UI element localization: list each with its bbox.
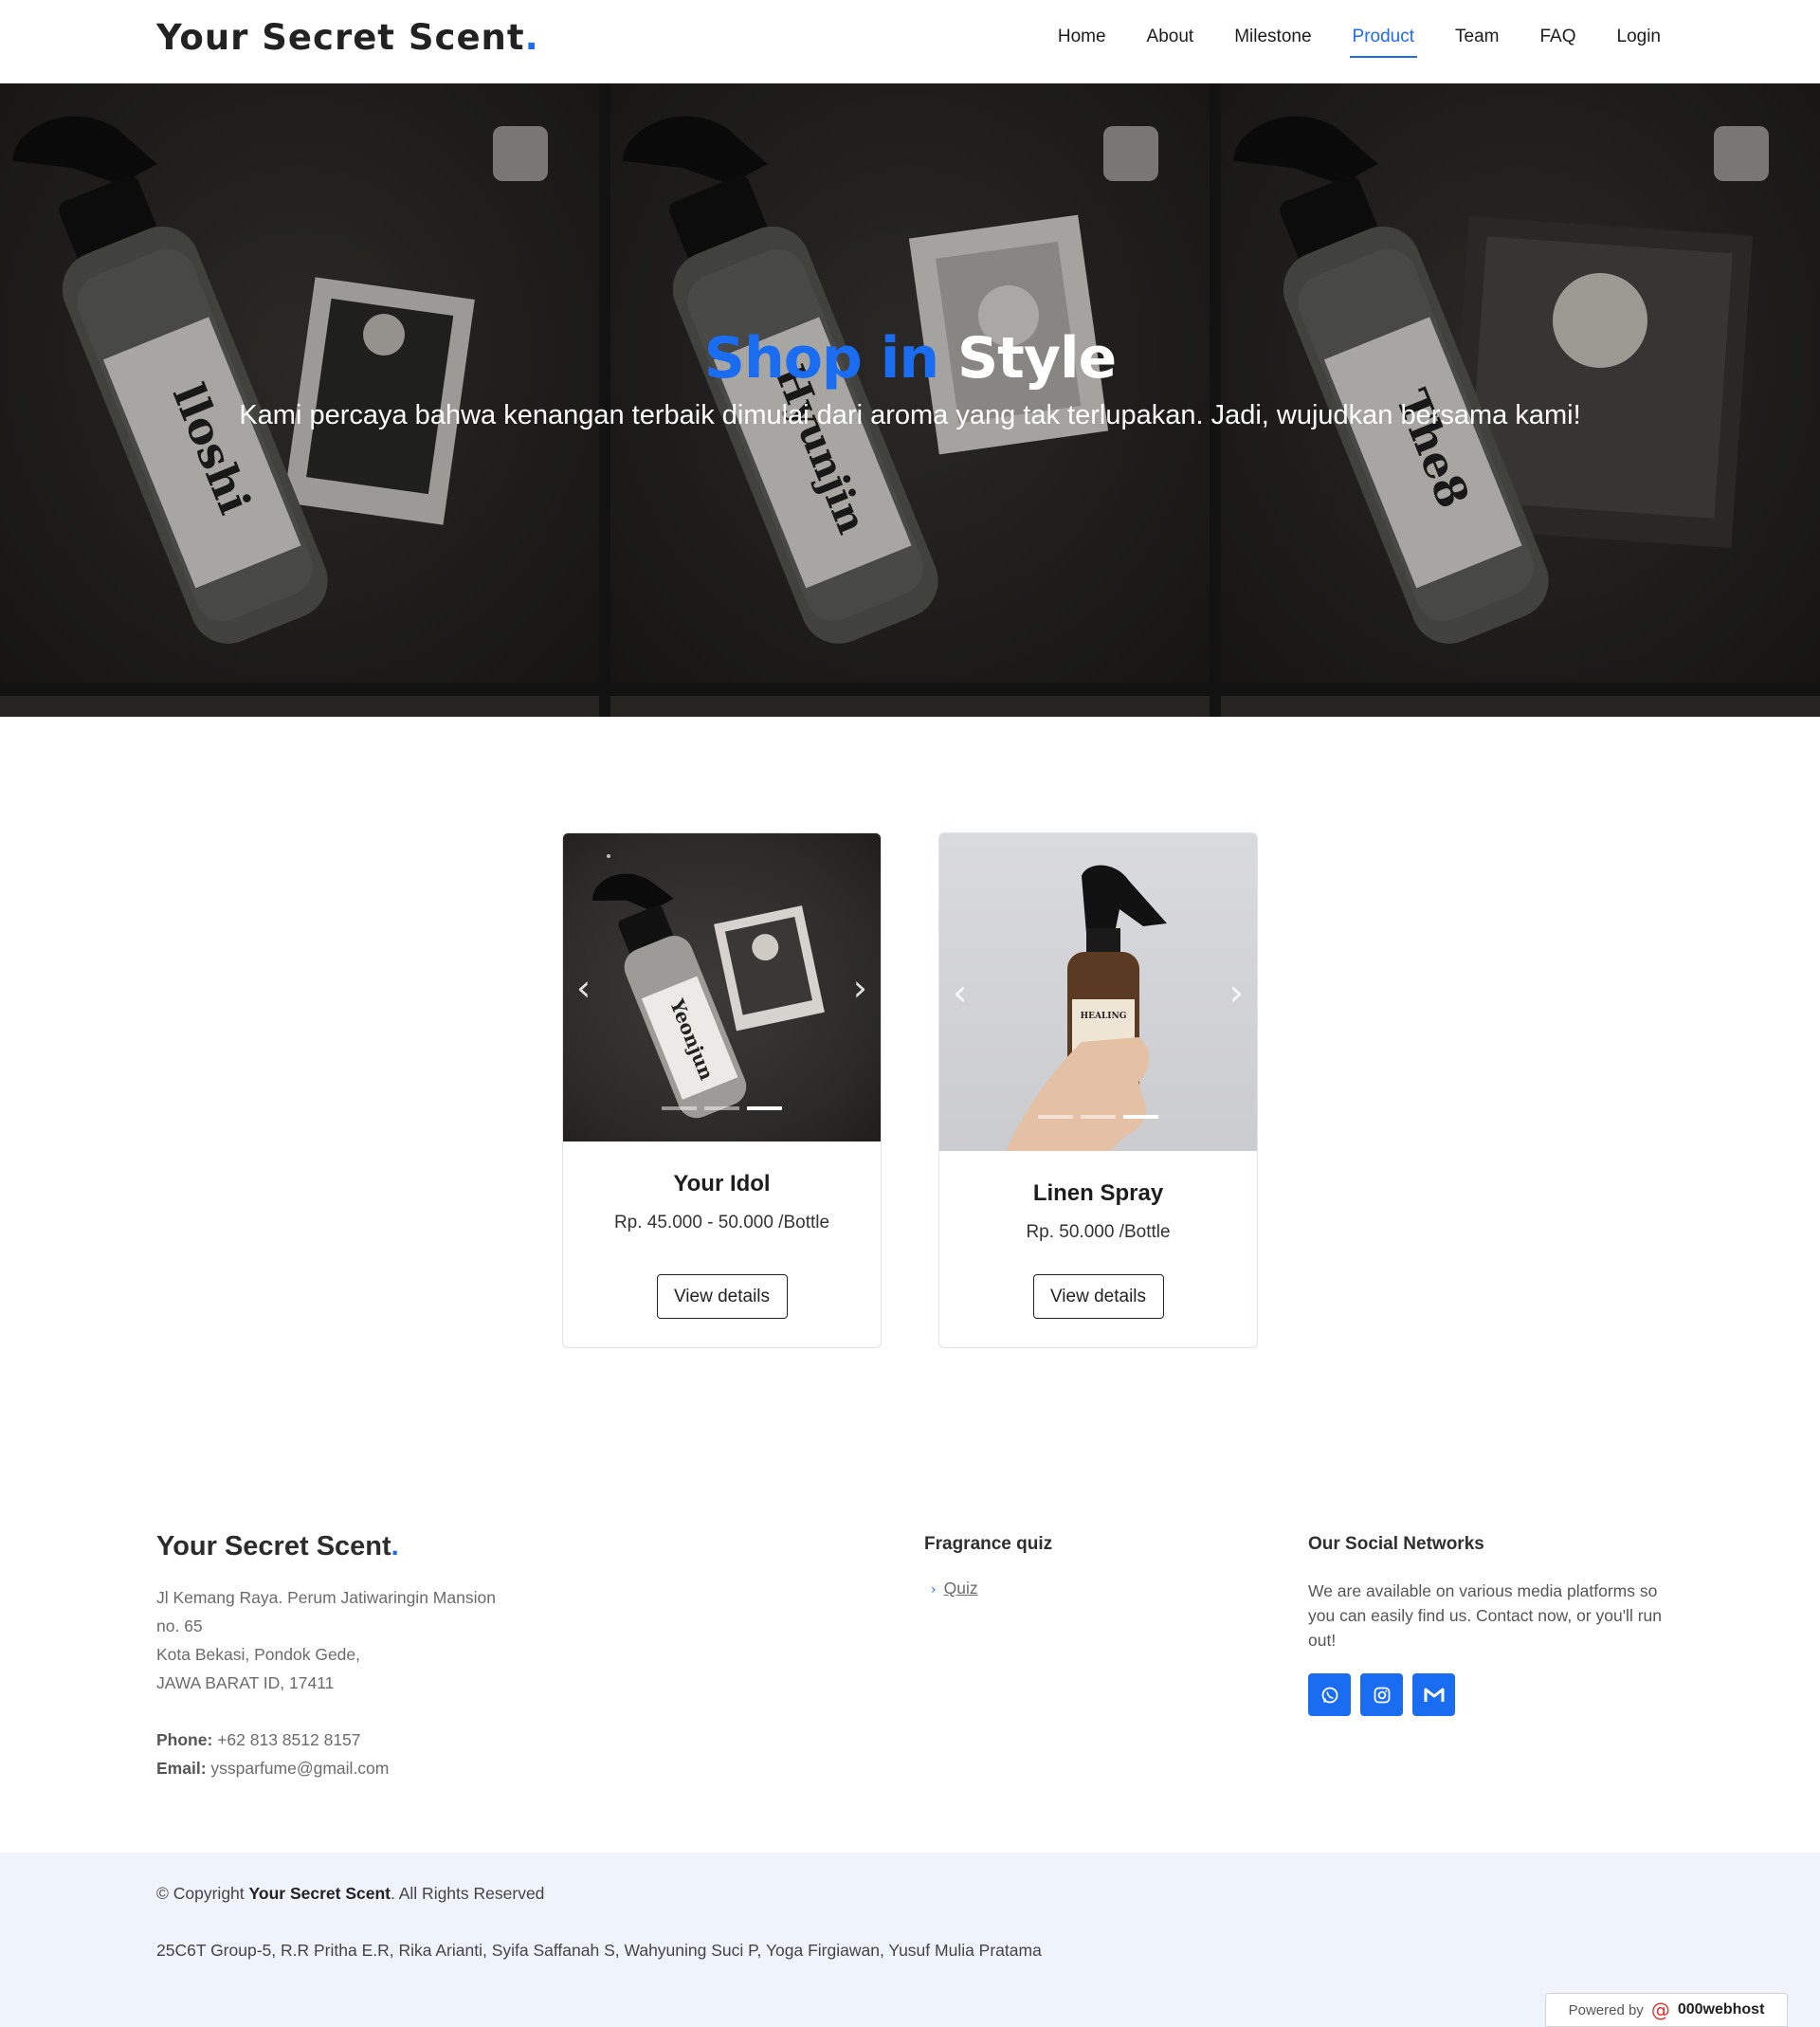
view-details-button[interactable]: View details [1032,1274,1164,1319]
address-line: no. 65 [156,1616,203,1635]
product-price: Rp. 50.000 /Bottle [1026,1222,1171,1242]
main-nav: Home About Milestone Product Team FAQ Lo… [1017,27,1662,58]
product-price: Rp. 45.000 - 50.000 /Bottle [613,1213,830,1233]
nav-home[interactable]: Home [1058,27,1106,55]
carousel-prev-icon[interactable]: ‹ [953,972,967,1014]
carousel-indicator[interactable] [1081,1115,1116,1119]
nav-faq[interactable]: FAQ [1539,27,1575,55]
nav-team[interactable]: Team [1455,27,1499,55]
carousel-next-icon[interactable]: › [1229,972,1244,1014]
product-card-linen-spray: HEALING ‹ › Linen Spray Rp. 50.000 /Bott… [938,832,1258,1348]
site-header: Your Secret Scent. Home About Milestone … [0,0,1820,83]
product-carousel: HEALING ‹ › [939,833,1257,1151]
product-photo: HEALING [1006,865,1167,1151]
nav-login[interactable]: Login [1617,27,1662,55]
bottle-label: HEALING [1081,1012,1127,1021]
powered-by-badge[interactable]: Powered by @ 000webhost [1545,1993,1788,2027]
fragrance-quiz-heading: Fragrance quiz [924,1534,1053,1554]
nav-milestone[interactable]: Milestone [1234,27,1311,55]
hero-subtitle: Kami percaya bahwa kenangan terbaik dimu… [239,400,1581,430]
carousel-indicators [563,1106,881,1110]
carousel-indicators [939,1115,1257,1119]
gmail-icon[interactable] [1412,1673,1455,1716]
footer-address: Jl Kemang Raya. Perum Jatiwaringin Mansi… [156,1583,496,1697]
powered-by-label: Powered by [1568,2001,1644,2018]
product-name: Your Idol [673,1171,771,1196]
nav-product[interactable]: Product [1349,27,1418,58]
hero-title: Shop in Style [703,325,1117,392]
carousel-indicator[interactable] [1123,1115,1158,1119]
carousel-indicator[interactable] [662,1106,697,1110]
product-photo: Yeonjun [592,854,825,1119]
site-logo[interactable]: Your Secret Scent. [156,17,539,58]
email-line: Email: yssparfume@gmail.com [156,1759,390,1778]
product-name: Linen Spray [1032,1180,1164,1206]
address-line: Jl Kemang Raya. Perum Jatiwaringin Mansi… [156,1588,496,1607]
carousel-prev-icon[interactable]: ‹ [576,967,591,1009]
webhost-logo-icon: @ [1650,1999,1670,2021]
carousel-indicator[interactable] [1038,1115,1073,1119]
footer-contact: Phone: +62 813 8512 8157 Email: yssparfu… [156,1726,389,1782]
product-carousel: Yeonjun ‹ › [563,833,881,1141]
social-links [1308,1673,1455,1716]
credits-text: 25C6T Group-5, R.R Pritha E.R, Rika Aria… [156,1941,1042,1960]
address-line: JAWA BARAT ID, 17411 [156,1673,335,1692]
copyright-text: © Copyright Your Secret Scent. All Right… [156,1884,545,1903]
social-networks-heading: Our Social Networks [1308,1534,1484,1554]
carousel-next-icon[interactable]: › [853,967,867,1009]
social-networks-text: We are available on various media platfo… [1308,1581,1662,1650]
webhost-brand: 000webhost [1677,2001,1765,2018]
nav-about[interactable]: About [1147,27,1194,55]
product-card-your-idol: Yeonjun ‹ › Your Idol Rp. 45.000 - 50.00… [562,832,882,1348]
phone-line: Phone: +62 813 8512 8157 [156,1730,361,1749]
view-details-button[interactable]: View details [656,1274,788,1319]
chevron-right-icon: › [931,1582,937,1598]
quiz-link[interactable]: › Quiz [931,1579,978,1598]
footer-logo: Your Secret Scent. [156,1531,399,1561]
hero-banner: lloshi Hyunjin The8 Shop in Style Kami p… [0,83,1820,717]
carousel-indicator[interactable] [747,1106,782,1110]
address-line: Kota Bekasi, Pondok Gede, [156,1645,360,1664]
whatsapp-icon[interactable] [1308,1673,1351,1716]
carousel-indicator[interactable] [704,1106,739,1110]
instagram-icon[interactable] [1360,1673,1403,1716]
